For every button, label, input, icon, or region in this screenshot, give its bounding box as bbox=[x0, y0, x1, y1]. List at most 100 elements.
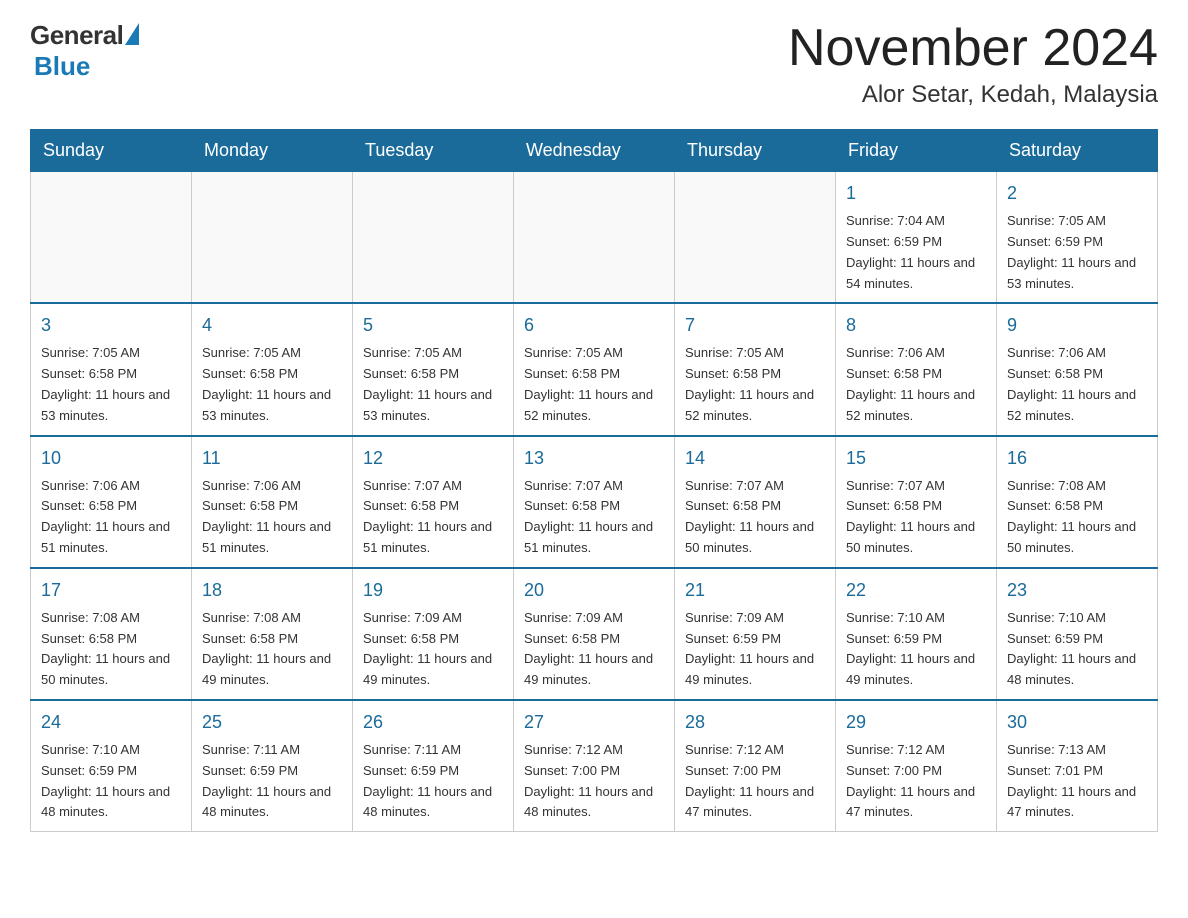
day-number: 30 bbox=[1007, 709, 1147, 736]
calendar-table: SundayMondayTuesdayWednesdayThursdayFrid… bbox=[30, 129, 1158, 832]
calendar-body: 1 Sunrise: 7:04 AMSunset: 6:59 PMDaylight… bbox=[31, 172, 1158, 832]
calendar-day-cell: 3 Sunrise: 7:05 AMSunset: 6:58 PMDaylight… bbox=[31, 303, 192, 435]
location-title: Alor Setar, Kedah, Malaysia bbox=[788, 81, 1158, 109]
calendar-day-cell: 27 Sunrise: 7:12 AMSunset: 7:00 PMDayligh… bbox=[514, 700, 675, 832]
day-number: 19 bbox=[363, 577, 503, 604]
calendar-day-cell: 6Sunrise: 7:05 AMSunset: 6:58 PMDaylight… bbox=[514, 303, 675, 435]
calendar-day-cell: 22 Sunrise: 7:10 AMSunset: 6:59 PMDayligh… bbox=[836, 568, 997, 700]
day-info: Sunrise: 7:08 AMSunset: 6:58 PMDaylight:… bbox=[41, 608, 181, 691]
calendar-day-cell: 7 Sunrise: 7:05 AMSunset: 6:58 PMDaylight… bbox=[675, 303, 836, 435]
logo: General Blue bbox=[30, 20, 139, 82]
page-header: General Blue November 2024 Alor Setar, K… bbox=[30, 20, 1158, 109]
calendar-day-cell: 21 Sunrise: 7:09 AMSunset: 6:59 PMDayligh… bbox=[675, 568, 836, 700]
day-info: Sunrise: 7:07 AMSunset: 6:58 PMDaylight:… bbox=[363, 476, 503, 559]
day-number: 11 bbox=[202, 445, 342, 472]
calendar-day-cell: 16 Sunrise: 7:08 AMSunset: 6:58 PMDayligh… bbox=[997, 436, 1158, 568]
day-number: 6 bbox=[524, 312, 664, 339]
day-number: 2 bbox=[1007, 180, 1147, 207]
day-info: Sunrise: 7:11 AMSunset: 6:59 PMDaylight:… bbox=[202, 740, 342, 823]
calendar-day-cell: 4 Sunrise: 7:05 AMSunset: 6:58 PMDaylight… bbox=[192, 303, 353, 435]
day-of-week-header: Tuesday bbox=[353, 130, 514, 172]
day-info: Sunrise: 7:05 AMSunset: 6:58 PMDaylight:… bbox=[363, 343, 503, 426]
day-number: 9 bbox=[1007, 312, 1147, 339]
logo-blue-text: Blue bbox=[34, 51, 90, 82]
day-of-week-header: Sunday bbox=[31, 130, 192, 172]
day-number: 10 bbox=[41, 445, 181, 472]
calendar-day-cell: 30 Sunrise: 7:13 AMSunset: 7:01 PMDayligh… bbox=[997, 700, 1158, 832]
day-info: Sunrise: 7:09 AMSunset: 6:58 PMDaylight:… bbox=[363, 608, 503, 691]
calendar-day-cell: 15Sunrise: 7:07 AMSunset: 6:58 PMDayligh… bbox=[836, 436, 997, 568]
day-number: 12 bbox=[363, 445, 503, 472]
day-of-week-header: Friday bbox=[836, 130, 997, 172]
calendar-day-cell: 1 Sunrise: 7:04 AMSunset: 6:59 PMDaylight… bbox=[836, 172, 997, 304]
calendar-day-cell: 19 Sunrise: 7:09 AMSunset: 6:58 PMDayligh… bbox=[353, 568, 514, 700]
calendar-day-cell: 17 Sunrise: 7:08 AMSunset: 6:58 PMDayligh… bbox=[31, 568, 192, 700]
logo-triangle-icon bbox=[125, 23, 139, 45]
day-info: Sunrise: 7:05 AMSunset: 6:59 PMDaylight:… bbox=[1007, 211, 1147, 294]
day-number: 23 bbox=[1007, 577, 1147, 604]
day-number: 8 bbox=[846, 312, 986, 339]
day-number: 4 bbox=[202, 312, 342, 339]
calendar-day-cell bbox=[31, 172, 192, 304]
day-number: 14 bbox=[685, 445, 825, 472]
day-info: Sunrise: 7:05 AMSunset: 6:58 PMDaylight:… bbox=[685, 343, 825, 426]
day-info: Sunrise: 7:08 AMSunset: 6:58 PMDaylight:… bbox=[202, 608, 342, 691]
day-number: 3 bbox=[41, 312, 181, 339]
calendar-header: SundayMondayTuesdayWednesdayThursdayFrid… bbox=[31, 130, 1158, 172]
header-row: SundayMondayTuesdayWednesdayThursdayFrid… bbox=[31, 130, 1158, 172]
calendar-day-cell: 12 Sunrise: 7:07 AMSunset: 6:58 PMDayligh… bbox=[353, 436, 514, 568]
day-info: Sunrise: 7:12 AMSunset: 7:00 PMDaylight:… bbox=[524, 740, 664, 823]
calendar-day-cell bbox=[675, 172, 836, 304]
day-info: Sunrise: 7:04 AMSunset: 6:59 PMDaylight:… bbox=[846, 211, 986, 294]
day-of-week-header: Thursday bbox=[675, 130, 836, 172]
day-number: 15 bbox=[846, 445, 986, 472]
calendar-day-cell bbox=[192, 172, 353, 304]
day-number: 1 bbox=[846, 180, 986, 207]
day-info: Sunrise: 7:10 AMSunset: 6:59 PMDaylight:… bbox=[1007, 608, 1147, 691]
calendar-week-row: 17 Sunrise: 7:08 AMSunset: 6:58 PMDayligh… bbox=[31, 568, 1158, 700]
day-number: 21 bbox=[685, 577, 825, 604]
day-info: Sunrise: 7:06 AMSunset: 6:58 PMDaylight:… bbox=[202, 476, 342, 559]
day-of-week-header: Wednesday bbox=[514, 130, 675, 172]
day-number: 7 bbox=[685, 312, 825, 339]
calendar-day-cell: 5Sunrise: 7:05 AMSunset: 6:58 PMDaylight… bbox=[353, 303, 514, 435]
day-info: Sunrise: 7:08 AMSunset: 6:58 PMDaylight:… bbox=[1007, 476, 1147, 559]
calendar-week-row: 3 Sunrise: 7:05 AMSunset: 6:58 PMDaylight… bbox=[31, 303, 1158, 435]
calendar-week-row: 1 Sunrise: 7:04 AMSunset: 6:59 PMDaylight… bbox=[31, 172, 1158, 304]
day-info: Sunrise: 7:11 AMSunset: 6:59 PMDaylight:… bbox=[363, 740, 503, 823]
calendar-week-row: 24Sunrise: 7:10 AMSunset: 6:59 PMDayligh… bbox=[31, 700, 1158, 832]
calendar-day-cell bbox=[353, 172, 514, 304]
day-of-week-header: Monday bbox=[192, 130, 353, 172]
day-number: 28 bbox=[685, 709, 825, 736]
day-info: Sunrise: 7:06 AMSunset: 6:58 PMDaylight:… bbox=[41, 476, 181, 559]
calendar-day-cell: 2 Sunrise: 7:05 AMSunset: 6:59 PMDaylight… bbox=[997, 172, 1158, 304]
day-info: Sunrise: 7:12 AMSunset: 7:00 PMDaylight:… bbox=[846, 740, 986, 823]
day-number: 29 bbox=[846, 709, 986, 736]
day-info: Sunrise: 7:06 AMSunset: 6:58 PMDaylight:… bbox=[1007, 343, 1147, 426]
title-block: November 2024 Alor Setar, Kedah, Malaysi… bbox=[788, 20, 1158, 109]
calendar-day-cell: 8Sunrise: 7:06 AMSunset: 6:58 PMDaylight… bbox=[836, 303, 997, 435]
calendar-day-cell: 14 Sunrise: 7:07 AMSunset: 6:58 PMDayligh… bbox=[675, 436, 836, 568]
day-number: 17 bbox=[41, 577, 181, 604]
calendar-day-cell bbox=[514, 172, 675, 304]
day-number: 26 bbox=[363, 709, 503, 736]
day-info: Sunrise: 7:13 AMSunset: 7:01 PMDaylight:… bbox=[1007, 740, 1147, 823]
calendar-day-cell: 13Sunrise: 7:07 AMSunset: 6:58 PMDayligh… bbox=[514, 436, 675, 568]
day-info: Sunrise: 7:09 AMSunset: 6:59 PMDaylight:… bbox=[685, 608, 825, 691]
calendar-day-cell: 10 Sunrise: 7:06 AMSunset: 6:58 PMDayligh… bbox=[31, 436, 192, 568]
calendar-day-cell: 28Sunrise: 7:12 AMSunset: 7:00 PMDayligh… bbox=[675, 700, 836, 832]
calendar-day-cell: 20Sunrise: 7:09 AMSunset: 6:58 PMDayligh… bbox=[514, 568, 675, 700]
day-info: Sunrise: 7:10 AMSunset: 6:59 PMDaylight:… bbox=[41, 740, 181, 823]
logo-general-text: General bbox=[30, 20, 123, 51]
day-info: Sunrise: 7:10 AMSunset: 6:59 PMDaylight:… bbox=[846, 608, 986, 691]
day-info: Sunrise: 7:05 AMSunset: 6:58 PMDaylight:… bbox=[41, 343, 181, 426]
day-info: Sunrise: 7:07 AMSunset: 6:58 PMDaylight:… bbox=[685, 476, 825, 559]
day-info: Sunrise: 7:05 AMSunset: 6:58 PMDaylight:… bbox=[202, 343, 342, 426]
day-number: 27 bbox=[524, 709, 664, 736]
calendar-day-cell: 11 Sunrise: 7:06 AMSunset: 6:58 PMDayligh… bbox=[192, 436, 353, 568]
calendar-day-cell: 25Sunrise: 7:11 AMSunset: 6:59 PMDayligh… bbox=[192, 700, 353, 832]
calendar-day-cell: 29 Sunrise: 7:12 AMSunset: 7:00 PMDayligh… bbox=[836, 700, 997, 832]
calendar-week-row: 10 Sunrise: 7:06 AMSunset: 6:58 PMDayligh… bbox=[31, 436, 1158, 568]
day-number: 22 bbox=[846, 577, 986, 604]
day-number: 16 bbox=[1007, 445, 1147, 472]
